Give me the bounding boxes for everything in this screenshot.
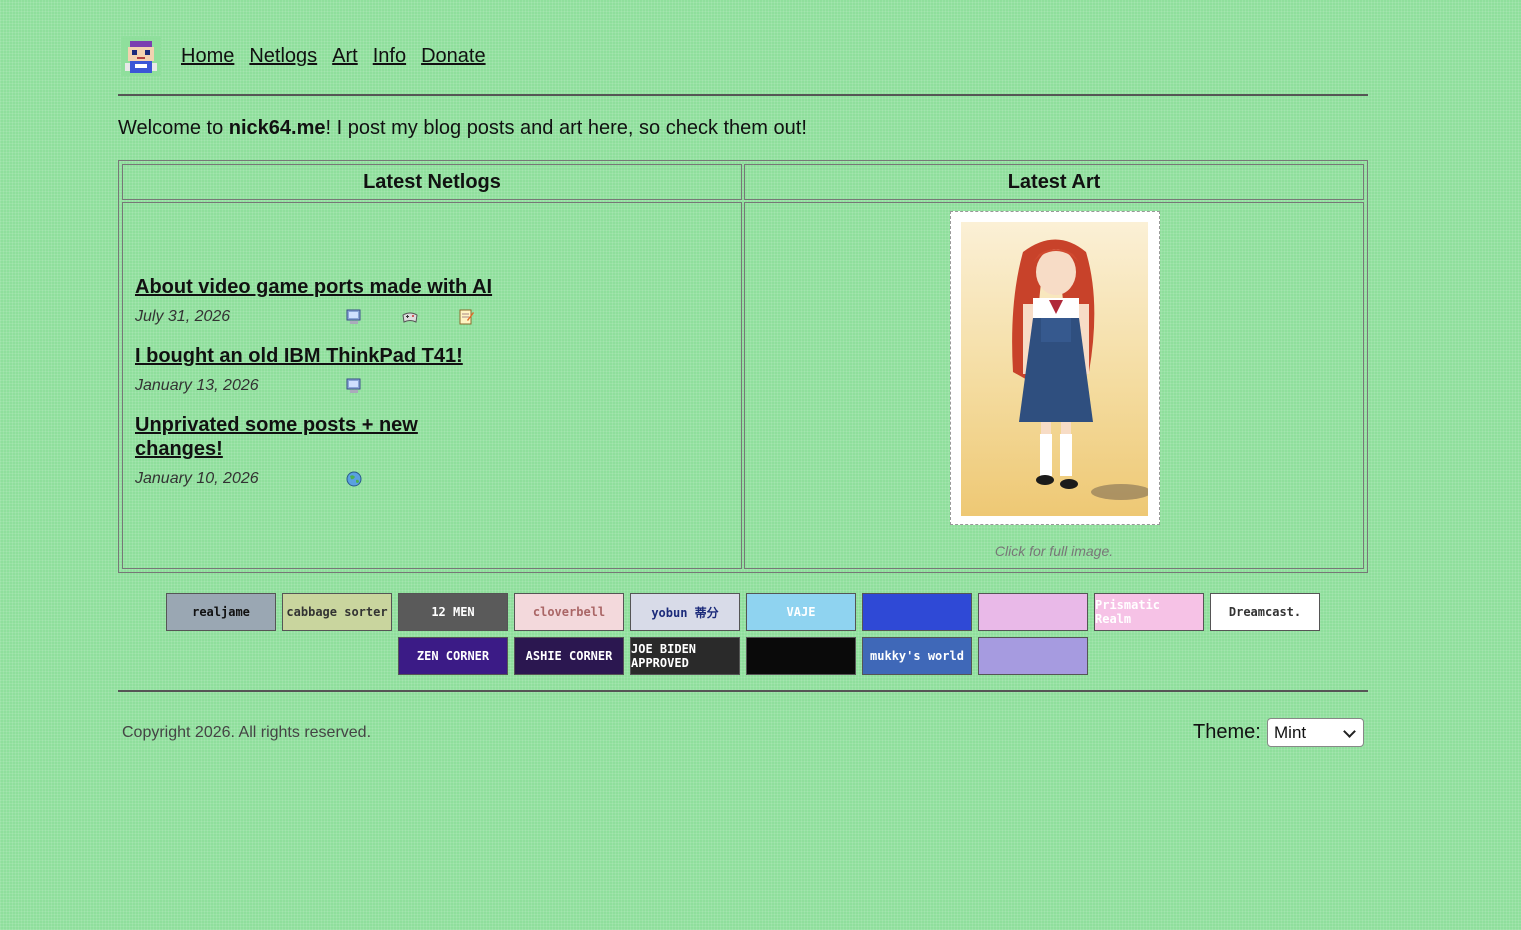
link-button[interactable]: JOE BIDEN APPROVED — [630, 637, 740, 675]
latest-art-header: Latest Art — [744, 164, 1364, 200]
link-button[interactable] — [978, 637, 1088, 675]
link-button[interactable]: VAJE — [746, 593, 856, 631]
nav-home-link[interactable]: Home — [181, 45, 234, 68]
nav-donate-link[interactable]: Donate — [421, 45, 486, 68]
link-button[interactable]: Dreamcast. — [1210, 593, 1320, 631]
post-item: Unprivated some posts + new changes! Jan… — [135, 413, 435, 489]
nav-divider — [118, 94, 1368, 96]
post-date: January 10, 2026 — [135, 470, 259, 487]
art-cell: Click for full image. — [744, 202, 1364, 569]
globe-icon[interactable] — [345, 470, 363, 488]
notepad-icon[interactable] — [457, 308, 475, 326]
link-button[interactable] — [978, 593, 1088, 631]
post-date: July 31, 2026 — [135, 308, 231, 325]
theme-select[interactable]: Mint — [1267, 718, 1364, 747]
art-caption[interactable]: Click for full image. — [745, 543, 1363, 559]
post-item: About video game ports made with AI July… — [135, 275, 515, 327]
link-button[interactable]: cloverbell — [514, 593, 624, 631]
welcome-text: Welcome to nick64.me! I post my blog pos… — [118, 117, 1368, 140]
welcome-prefix: Welcome to — [118, 117, 229, 139]
post-meta: July 31, 2026 — [135, 307, 515, 327]
latest-art-thumbnail[interactable] — [950, 211, 1160, 525]
pixel-character-logo-icon[interactable] — [121, 36, 161, 76]
post-title-link[interactable]: I bought an old IBM ThinkPad T41! — [135, 344, 515, 368]
welcome-suffix: ! I post my blog posts and art here, so … — [325, 117, 807, 139]
theme-label: Theme: — [1193, 721, 1261, 743]
copyright-text: Copyright 2026. All rights reserved. — [122, 724, 372, 741]
link-button[interactable]: 12 MEN — [398, 593, 508, 631]
post-title-link[interactable]: Unprivated some posts + new changes! — [135, 413, 435, 461]
post-item: I bought an old IBM ThinkPad T41! Januar… — [135, 344, 515, 396]
gamepad-icon[interactable] — [401, 308, 419, 326]
link-button[interactable]: ASHIE CORNER — [514, 637, 624, 675]
post-date: January 13, 2026 — [135, 377, 259, 394]
site-name: nick64.me — [228, 117, 326, 139]
computer-icon[interactable] — [345, 377, 363, 395]
link-button[interactable]: ZEN CORNER — [398, 637, 508, 675]
top-nav: Home Netlogs Art Info Donate — [118, 36, 1368, 76]
latest-table: Latest Netlogs Latest Art About video ga… — [118, 160, 1368, 573]
netlogs-cell: About video game ports made with AI July… — [122, 202, 742, 569]
footer-divider — [118, 690, 1368, 692]
link-button[interactable]: realjame — [166, 593, 276, 631]
link-button[interactable] — [862, 593, 972, 631]
theme-select-value: Mint — [1274, 722, 1307, 742]
post-meta: January 13, 2026 — [135, 376, 515, 396]
nav-info-link[interactable]: Info — [373, 45, 406, 68]
post-title-link[interactable]: About video game ports made with AI — [135, 275, 515, 299]
art-image — [961, 222, 1148, 516]
link-button[interactable]: Prismatic Realm — [1094, 593, 1204, 631]
computer-icon[interactable] — [345, 308, 363, 326]
chevron-down-icon — [1343, 725, 1356, 738]
link-button[interactable]: cabbage sorter — [282, 593, 392, 631]
latest-netlogs-header: Latest Netlogs — [122, 164, 742, 200]
post-meta: January 10, 2026 — [135, 469, 435, 489]
nav-netlogs-link[interactable]: Netlogs — [249, 45, 317, 68]
link-button[interactable]: mukky's world — [862, 637, 972, 675]
link-button[interactable]: yobun 蒂分 — [630, 593, 740, 631]
link-button[interactable] — [746, 637, 856, 675]
nav-art-link[interactable]: Art — [332, 45, 358, 68]
